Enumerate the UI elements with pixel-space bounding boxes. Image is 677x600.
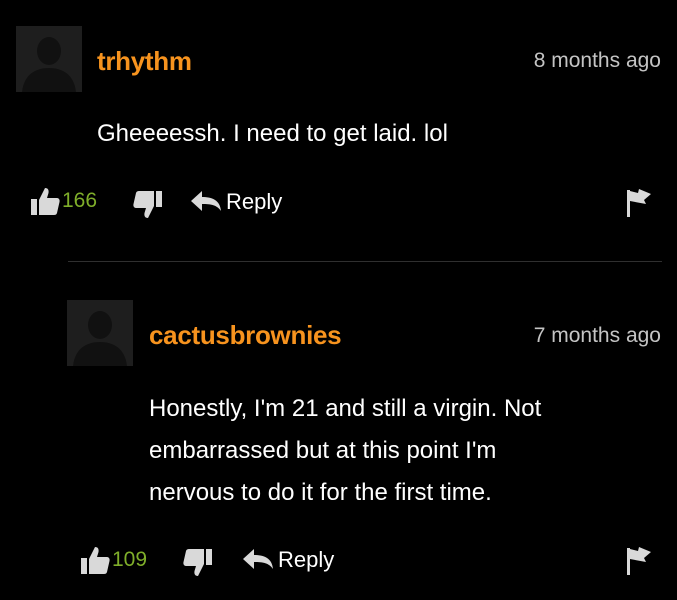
reply-label: Reply — [226, 189, 283, 214]
upvote-count: 109 — [112, 548, 148, 571]
username[interactable]: trhythm — [97, 46, 192, 77]
comment-text: Honestly, I'm 21 and still a virgin. Not… — [149, 388, 541, 514]
avatar[interactable] — [16, 26, 82, 92]
upvote-button[interactable]: 109 — [80, 545, 147, 575]
reply-button[interactable]: Reply — [190, 189, 282, 215]
thumbs-down-icon — [183, 549, 212, 576]
comment-text-line: Honestly, I'm 21 and still a virgin. Not — [149, 395, 542, 422]
divider — [68, 261, 662, 262]
user-silhouette-icon — [67, 300, 133, 366]
thumbs-up-icon — [31, 188, 60, 215]
reply-arrow-icon — [243, 549, 273, 569]
timestamp: 7 months ago — [533, 324, 661, 347]
reply-arrow-icon — [191, 191, 221, 211]
avatar[interactable] — [67, 300, 133, 366]
comment-text: Gheeeessh. I need to get laid. lol — [97, 120, 448, 147]
username[interactable]: cactusbrownies — [149, 320, 342, 351]
comment-text-line: nervous to do it for the first time. — [149, 479, 492, 506]
upvote-button[interactable]: 166 — [30, 186, 97, 216]
downvote-button[interactable] — [133, 190, 163, 220]
flag-button[interactable] — [625, 546, 653, 576]
user-silhouette-icon — [16, 26, 82, 92]
flag-button[interactable] — [625, 188, 653, 218]
reply-label: Reply — [278, 547, 335, 572]
flag-icon — [627, 547, 651, 575]
timestamp: 8 months ago — [533, 49, 661, 72]
upvote-count: 166 — [62, 189, 98, 212]
thumbs-down-icon — [133, 191, 162, 218]
flag-icon — [627, 189, 651, 217]
reply-button[interactable]: Reply — [242, 547, 334, 573]
comment-text-line: embarrassed but at this point I'm — [149, 437, 497, 464]
thumbs-up-icon — [81, 547, 110, 574]
downvote-button[interactable] — [183, 548, 213, 578]
